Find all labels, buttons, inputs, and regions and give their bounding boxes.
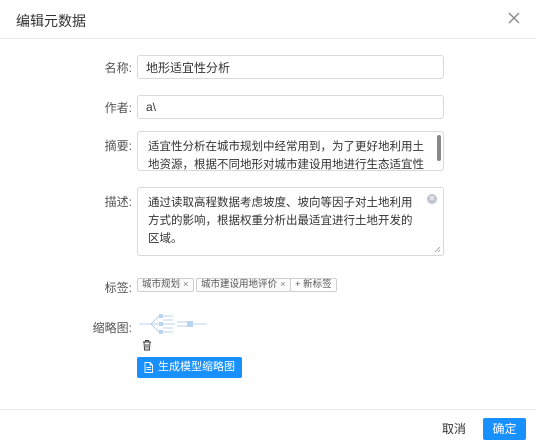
tag-item[interactable]: 城市建设用地评价 ×	[196, 278, 291, 292]
description-label: 描述:	[104, 195, 132, 209]
document-icon	[144, 361, 153, 373]
description-text: 通过读取高程数据考虑坡度、坡向等因子对土地利用方式的影响，根据权重分析出最适宜进…	[148, 197, 413, 245]
generate-thumbnail-button[interactable]: 生成模型缩略图	[137, 357, 242, 378]
tag-label: 城市规划	[142, 279, 181, 290]
tag-item[interactable]: 城市规划 ×	[137, 278, 194, 292]
generate-thumbnail-label: 生成模型缩略图	[158, 361, 235, 373]
footer-divider	[0, 409, 536, 410]
trash-icon[interactable]	[141, 339, 153, 351]
edit-metadata-dialog: 编辑元数据 名称: 作者: 摘要: 适宜性分析在城市规划中经常用到，为了更好地利…	[0, 0, 536, 446]
name-label: 名称:	[104, 61, 132, 75]
resize-grip-icon[interactable]	[434, 246, 441, 253]
summary-scrollbar[interactable]	[437, 135, 441, 161]
model-thumbnail-image	[139, 314, 207, 334]
summary-label: 摘要:	[104, 139, 132, 153]
cancel-button[interactable]: 取消	[432, 418, 476, 440]
close-icon[interactable]	[506, 10, 522, 26]
tag-remove-icon[interactable]: ×	[183, 279, 189, 290]
tag-remove-icon[interactable]: ×	[280, 279, 286, 290]
confirm-button[interactable]: 确定	[483, 418, 526, 440]
new-tag-button[interactable]: + 新标签	[290, 278, 337, 292]
thumbnail-label: 缩略图:	[92, 321, 132, 335]
author-label: 作者:	[104, 101, 132, 115]
description-textarea[interactable]: 通过读取高程数据考虑坡度、坡向等因子对土地利用方式的影响，根据权重分析出最适宜进…	[137, 187, 444, 256]
tag-label: 城市建设用地评价	[201, 279, 278, 290]
summary-textarea[interactable]: 适宜性分析在城市规划中经常用到，为了更好地利用土地资源，根据不同地形对城市建设用…	[137, 131, 444, 171]
author-input[interactable]	[137, 95, 444, 119]
clear-icon[interactable]: ✕	[427, 194, 437, 204]
name-input[interactable]	[137, 55, 444, 79]
summary-text: 适宜性分析在城市规划中经常用到，为了更好地利用土地资源，根据不同地形对城市建设用…	[148, 141, 424, 171]
tags-label: 标签:	[104, 281, 132, 295]
dialog-header: 编辑元数据	[0, 0, 536, 39]
dialog-title: 编辑元数据	[16, 13, 86, 29]
